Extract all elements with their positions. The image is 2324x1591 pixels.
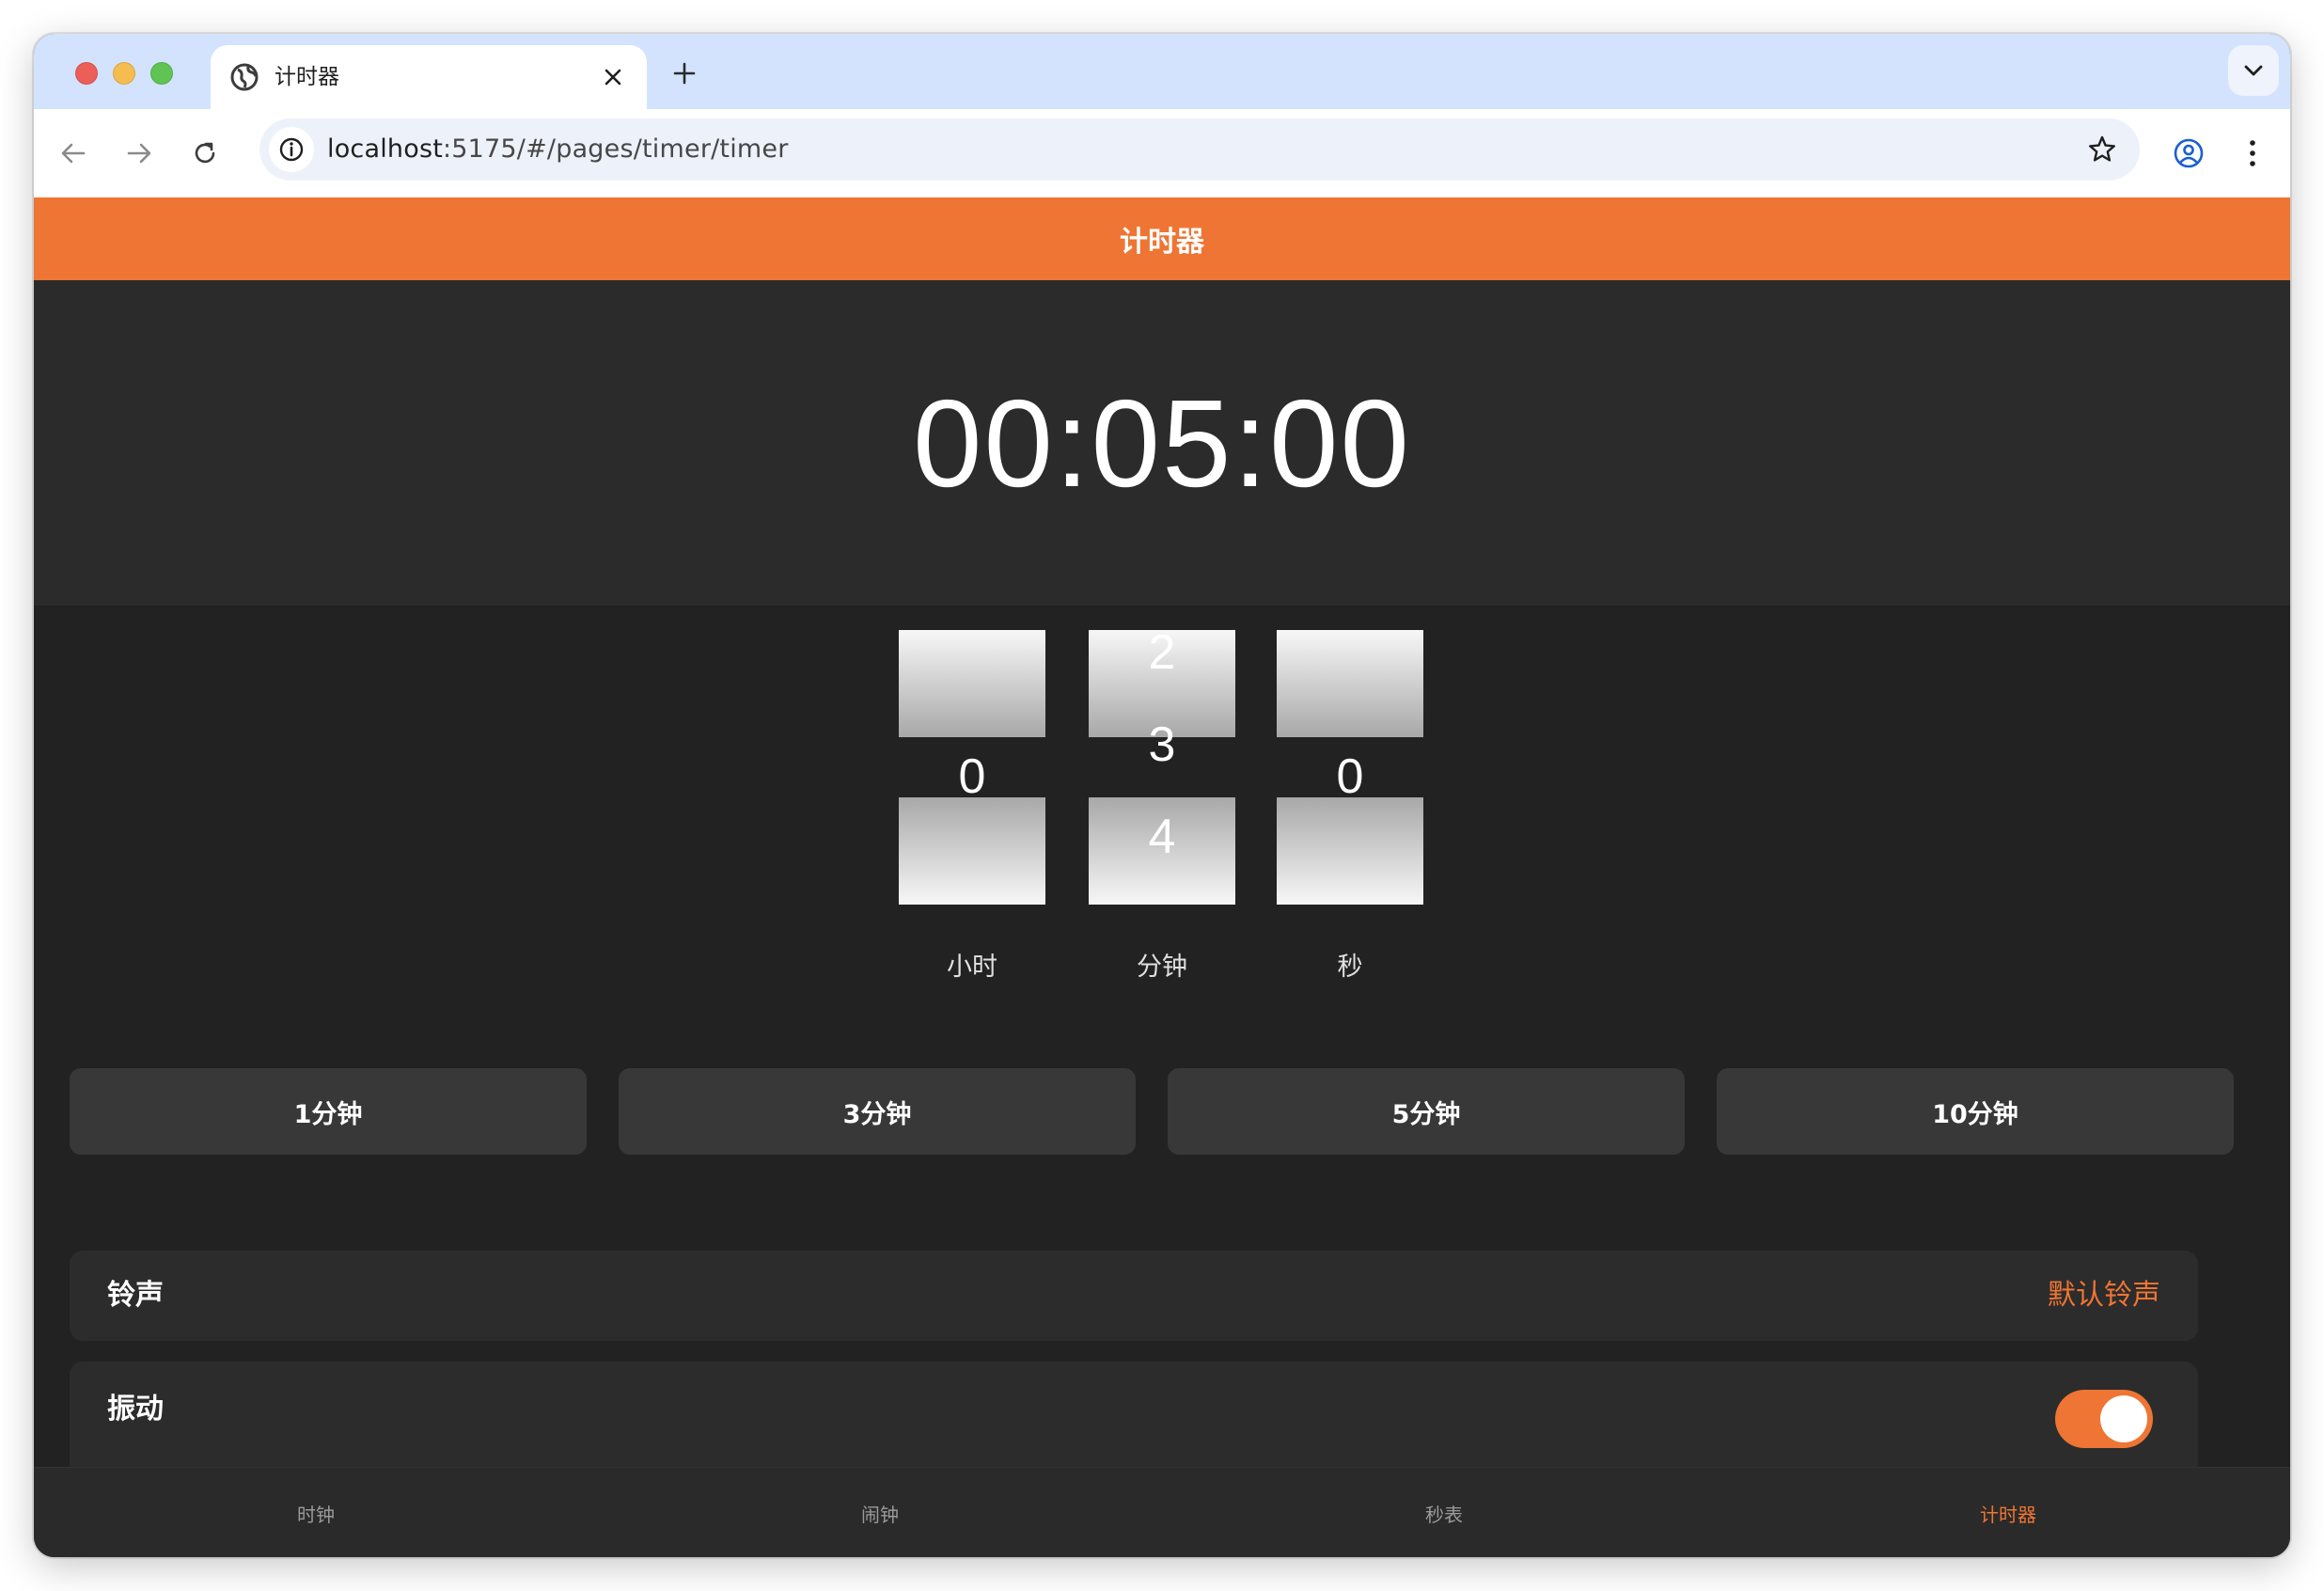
ringtone-label: 铃声 [107, 1279, 164, 1312]
preset-5min-button[interactable]: 5分钟 [1168, 1068, 1685, 1155]
profile-button[interactable] [2166, 131, 2211, 176]
browser-window: 计时器 localhost:5175/#/pages/timer/timer 计… [34, 34, 2290, 1557]
close-tab-button[interactable] [596, 60, 630, 94]
picker-fade-bottom [899, 797, 1045, 905]
bottom-tab-bar: 时钟 闹钟 秒表 计时器 [34, 1467, 2290, 1557]
vibrate-setting-row: 振动 [70, 1362, 2198, 1476]
preset-10min-button[interactable]: 10分钟 [1717, 1068, 2234, 1155]
vibrate-toggle[interactable] [2055, 1390, 2153, 1448]
arrow-right-icon [127, 143, 151, 164]
time-display: 00:05:00 [913, 373, 1411, 512]
picker-fade-top [899, 630, 1045, 737]
preset-3min-button[interactable]: 3分钟 [619, 1068, 1136, 1155]
toggle-knob [2100, 1395, 2147, 1442]
account-icon [2174, 138, 2204, 168]
time-display-panel: 00:05:00 [34, 280, 2290, 606]
hour-picker[interactable]: 0 1 [899, 630, 1045, 905]
picker-value-selected: 0 [958, 749, 986, 804]
tab-title: 计时器 [275, 65, 339, 89]
browser-menu-button[interactable] [2230, 131, 2275, 176]
second-picker-label: 秒 [1337, 953, 1363, 982]
minute-picker-label: 分钟 [1137, 953, 1187, 982]
browser-toolbar: localhost:5175/#/pages/timer/timer [34, 109, 2290, 198]
reload-icon [195, 142, 215, 164]
tab-clock[interactable]: 时钟 [34, 1468, 598, 1557]
page-header: 计时器 [34, 197, 2290, 280]
maximize-window-button[interactable] [150, 62, 173, 85]
second-picker[interactable]: 0 1 [1277, 630, 1423, 905]
star-icon [2089, 135, 2115, 162]
arrow-left-icon [61, 143, 86, 164]
tab-stopwatch[interactable]: 秒表 [1162, 1468, 1726, 1557]
timer-app: 计时器 00:05:00 0 1 2 3 4 0 1 [34, 197, 2290, 1557]
plus-icon [673, 62, 696, 85]
forward-button[interactable] [117, 131, 162, 176]
address-bar[interactable]: localhost:5175/#/pages/timer/timer [259, 118, 2140, 181]
minimize-window-button[interactable] [113, 62, 135, 85]
picker-value-above: 3 [1148, 717, 1176, 772]
ringtone-value[interactable]: 默认铃声 [2048, 1251, 2160, 1341]
info-icon [279, 137, 304, 162]
globe-icon [230, 63, 259, 91]
preset-1min-button[interactable]: 1分钟 [70, 1068, 587, 1155]
picker-value-selected: 0 [1336, 749, 1364, 804]
url-path: :5175/#/pages/timer/timer [443, 134, 789, 164]
back-button[interactable] [51, 131, 96, 176]
close-window-button[interactable] [75, 62, 98, 85]
picker-fade-bottom [1277, 797, 1423, 905]
bookmark-button[interactable] [2083, 131, 2121, 168]
new-tab-button[interactable] [666, 55, 703, 92]
tab-search-button[interactable] [2228, 45, 2279, 96]
vibrate-label: 振动 [107, 1393, 164, 1426]
reload-button[interactable] [182, 131, 228, 176]
picker-fade-top [1277, 630, 1423, 737]
minute-picker[interactable]: 2 3 4 [1089, 625, 1235, 905]
browser-tab[interactable]: 计时器 [211, 45, 647, 109]
hour-picker-label: 小时 [947, 953, 997, 982]
more-vertical-icon [2250, 140, 2255, 166]
url-text: localhost:5175/#/pages/timer/timer [327, 118, 789, 181]
tab-alarm[interactable]: 闹钟 [598, 1468, 1162, 1557]
picker-value-below: 4 [1148, 810, 1176, 864]
close-icon [605, 69, 621, 86]
tab-timer[interactable]: 计时器 [1726, 1468, 2290, 1557]
site-info-button[interactable] [269, 127, 314, 172]
chevron-down-icon [2244, 65, 2263, 76]
picker-value-above-far: 2 [1148, 625, 1176, 680]
page-title: 计时器 [1120, 226, 1204, 259]
url-host: localhost [327, 134, 443, 164]
tab-strip: 计时器 [34, 34, 2290, 109]
ringtone-setting-row[interactable]: 铃声 默认铃声 [70, 1251, 2198, 1341]
